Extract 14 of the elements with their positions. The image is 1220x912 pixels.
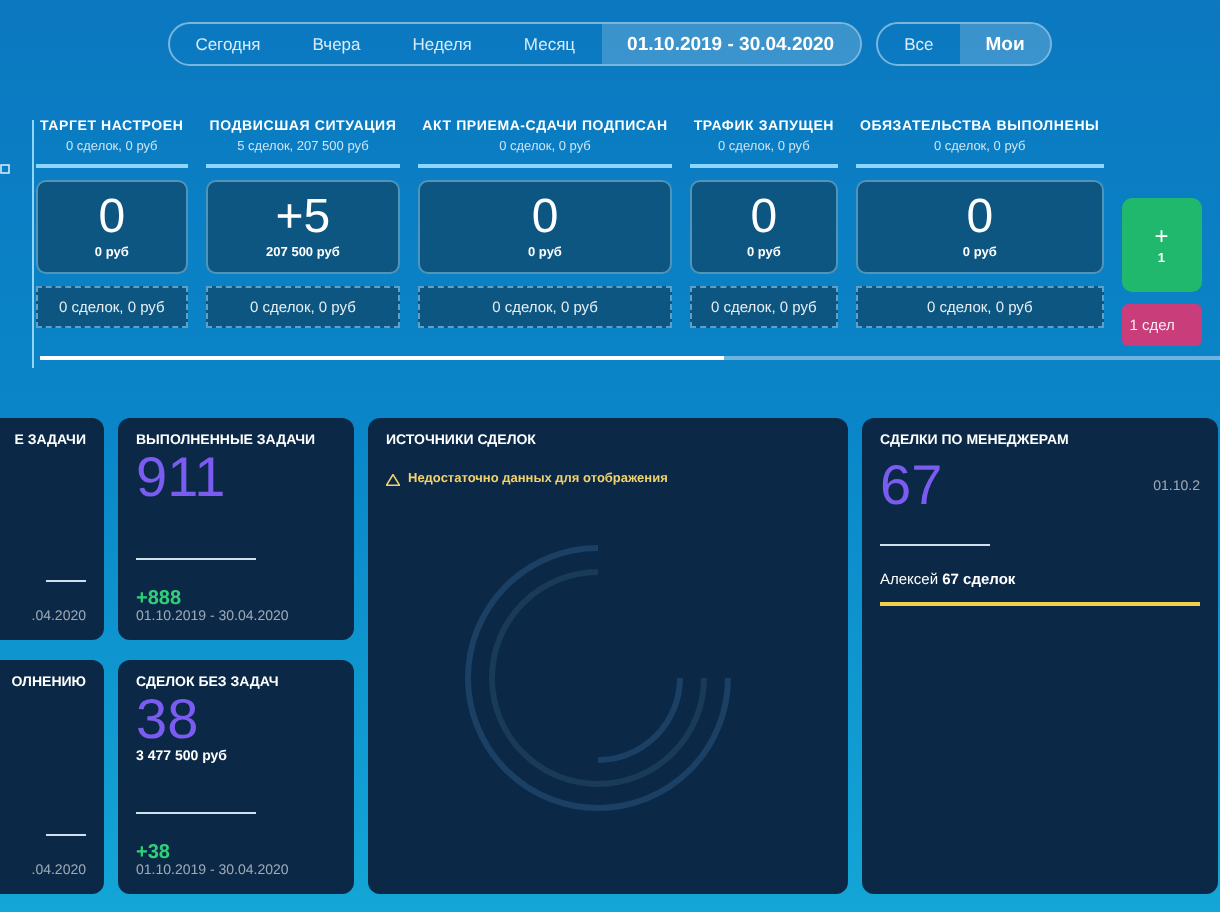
filter-tab[interactable]: 01.10.2019 - 30.04.2020 <box>601 24 861 64</box>
screen-icon <box>0 164 10 176</box>
filter-tab[interactable]: Все <box>878 24 960 64</box>
filter-tab[interactable]: Неделя <box>386 24 498 64</box>
stat-value: 911 <box>136 448 226 508</box>
stat-delta: +38 <box>136 842 170 864</box>
stat-value: 67 <box>880 456 943 516</box>
stat-delta: +888 <box>136 588 182 610</box>
filter-tab[interactable]: Вчера <box>286 24 387 64</box>
stat-value: 38 <box>136 690 199 750</box>
filter-tab[interactable]: Месяц <box>497 24 602 64</box>
filter-tab[interactable]: Мои <box>959 24 1051 64</box>
warning-icon <box>386 473 400 485</box>
filter-tab[interactable]: Сегодня <box>169 24 287 64</box>
